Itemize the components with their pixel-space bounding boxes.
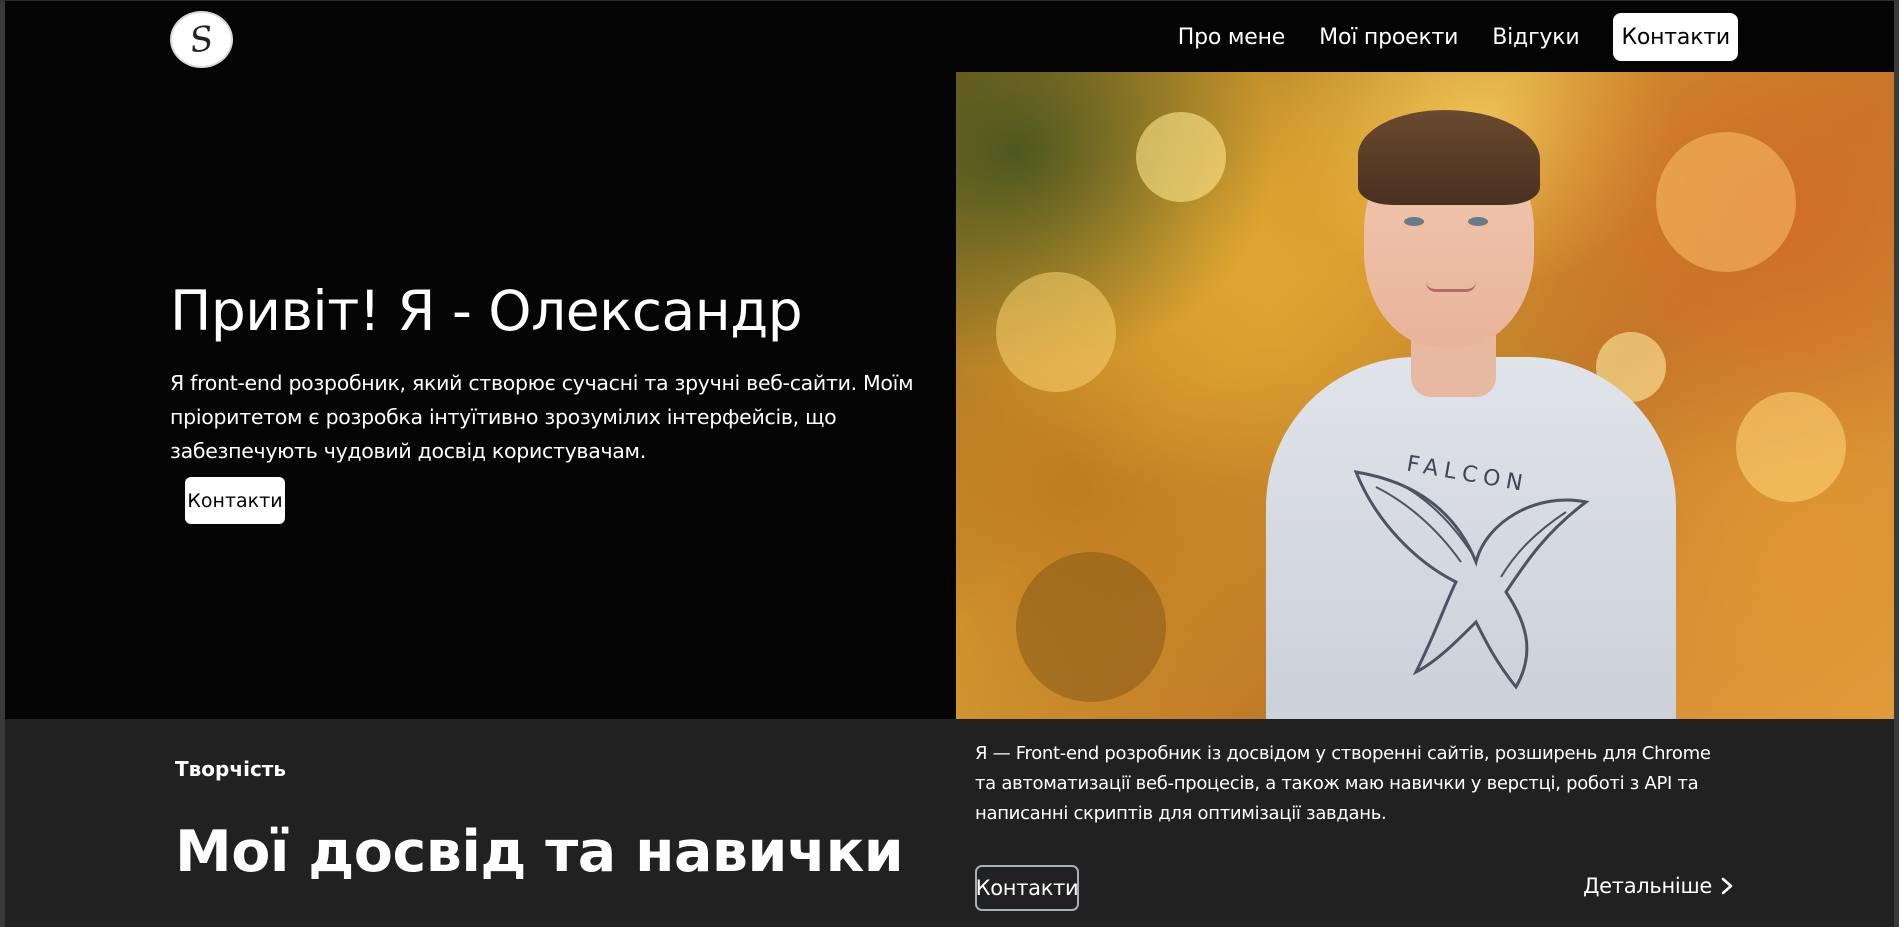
nav-link-reviews[interactable]: Відгуки (1492, 25, 1579, 50)
chevron-right-icon (1721, 877, 1733, 895)
person-mouth (1426, 282, 1476, 292)
person-eye (1468, 217, 1488, 226)
bokeh-light (1736, 392, 1846, 502)
section-eyebrow: Творчість (175, 757, 287, 781)
nav-link-about[interactable]: Про мене (1178, 25, 1286, 50)
profile-photo: FALCON (956, 72, 1894, 719)
person-hair (1358, 110, 1540, 205)
more-details-label: Детальніше (1583, 874, 1712, 898)
bokeh-light (1136, 112, 1226, 202)
bokeh-light (1656, 132, 1796, 272)
section-title: Мої досвід та навички (175, 819, 904, 885)
skills-section: Творчість Мої досвід та навички Я — Fron… (5, 719, 1894, 927)
bokeh-shadow (1016, 552, 1166, 702)
more-details-link[interactable]: Детальніше (1583, 874, 1734, 898)
nav-link-projects[interactable]: Мої проекти (1319, 25, 1458, 50)
nav-contacts-button[interactable]: Контакти (1613, 13, 1738, 61)
bokeh-light (996, 272, 1116, 392)
hero-title: Привіт! Я - Олександр (170, 279, 803, 343)
main-nav: Про мене Мої проекти Відгуки Контакти (1178, 13, 1738, 61)
skills-contacts-button[interactable]: Контакти (975, 865, 1079, 911)
logo-icon[interactable]: S (170, 11, 233, 68)
section-description: Я — Front-end розробник із досвідом у ст… (975, 743, 1711, 824)
falcon-print-icon (1353, 470, 1590, 690)
hero-contacts-button[interactable]: Контакти (185, 477, 285, 524)
page: S Про мене Мої проекти Відгуки Контакти … (0, 0, 1899, 927)
person-eye (1404, 217, 1424, 226)
logo-mark: S (187, 18, 216, 61)
hero-description: Я front-end розробник, який створює суча… (170, 371, 914, 463)
